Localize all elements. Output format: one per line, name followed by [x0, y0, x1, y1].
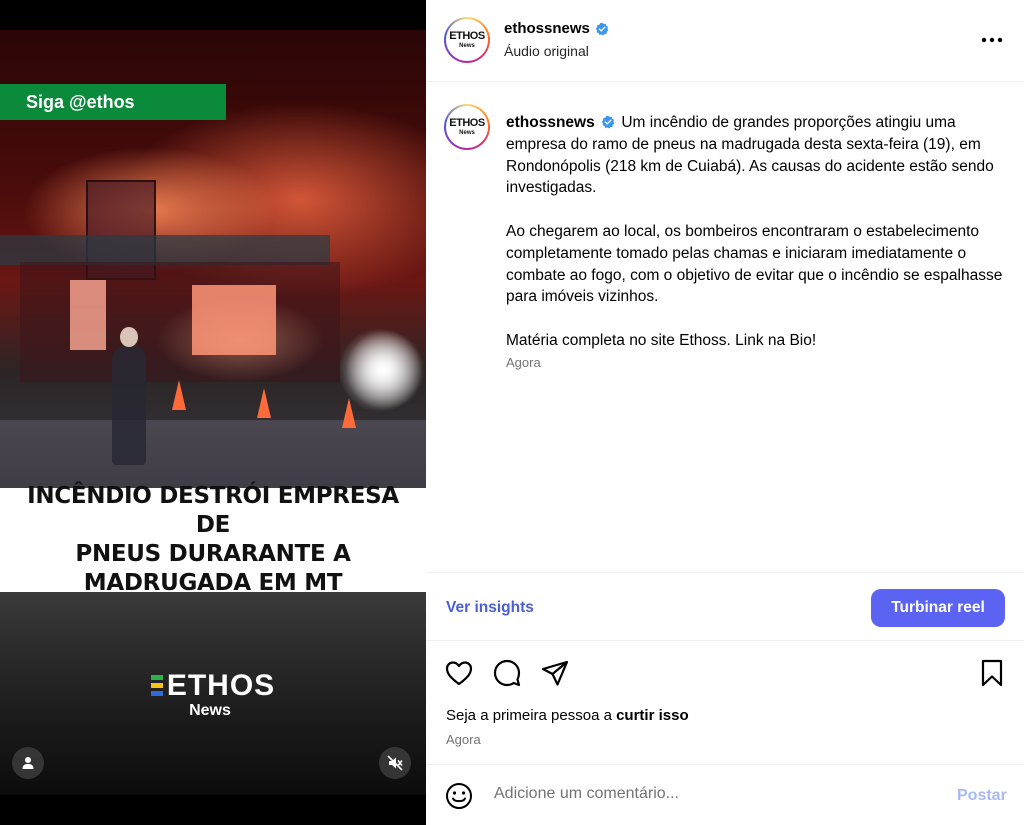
caption-timestamp: Agora [506, 355, 541, 370]
building-roof [0, 235, 330, 265]
post-timestamp: Agora [446, 732, 481, 747]
avatar-text: ETHOS [449, 30, 485, 42]
save-button[interactable] [977, 658, 1007, 688]
caption-author-avatar[interactable]: ETHOS News [444, 104, 490, 150]
bystander [112, 327, 146, 465]
avatar-subtext: News [459, 130, 475, 136]
comment-bubble-icon [493, 659, 521, 687]
more-options-button[interactable] [974, 28, 1010, 52]
burning-window [70, 280, 106, 350]
caption-username[interactable]: ethossnews [506, 114, 595, 131]
action-icons-row [426, 652, 1024, 692]
view-insights-link[interactable]: Ver insights [446, 599, 534, 617]
comment-input[interactable] [494, 785, 894, 803]
emoji-picker-button[interactable] [444, 781, 474, 811]
post-caption: ETHOS News ethossnews Um incêndio de gra… [426, 82, 1024, 572]
post-header: ETHOS News ethossnews Áudio original [426, 0, 1024, 82]
paper-plane-icon [541, 660, 569, 686]
reel-video[interactable]: Siga @ethos INCÊNDIO DESTRÓI EMPRESA DE … [0, 0, 426, 825]
caption-paragraph-3: Matéria completa no site Ethoss. Link na… [506, 331, 817, 349]
tagged-users-button[interactable] [12, 747, 44, 779]
more-options-icon [981, 37, 1003, 43]
caption-paragraph-2: Ao chegarem ao local, os bombeiros encon… [506, 222, 1003, 306]
post-panel: ETHOS News ethossnews Áudio original ETH… [426, 0, 1024, 825]
bookmark-icon [981, 659, 1003, 687]
insights-bar: Ver insights Turbinar reel [426, 572, 1024, 641]
verified-badge-icon [595, 22, 609, 35]
share-button[interactable] [540, 658, 570, 688]
like-button[interactable] [444, 658, 474, 688]
avatar-subtext: News [459, 43, 475, 49]
burning-doorway [192, 285, 276, 355]
likes-prefix: Seja a primeira pessoa a [446, 707, 617, 724]
ethos-news-logo: ETHOS News [0, 670, 426, 720]
building-wall [20, 262, 340, 382]
video-headline: INCÊNDIO DESTRÓI EMPRESA DE PNEUS DURARA… [0, 483, 426, 596]
follow-tag: Siga @ethos [0, 84, 226, 120]
logo-brand-name: ETHOS [166, 669, 276, 702]
likes-summary: Seja a primeira pessoa a curtir isso [446, 707, 689, 724]
light-flare [345, 330, 425, 410]
traffic-cone [257, 388, 271, 418]
author-username-row: ethossnews [504, 20, 609, 37]
author-avatar[interactable]: ETHOS News [444, 17, 490, 63]
comment-bar: Postar [426, 764, 1024, 825]
verified-badge-icon [601, 115, 615, 129]
caption-body: ethossnews Um incêndio de grandes propor… [506, 112, 1006, 374]
avatar-text: ETHOS [449, 117, 485, 129]
logo-brand-sub: News [189, 702, 231, 719]
boost-reel-button[interactable]: Turbinar reel [871, 589, 1005, 627]
post-comment-button[interactable]: Postar [957, 787, 1007, 805]
author-username[interactable]: ethossnews [504, 20, 590, 37]
heart-icon [445, 661, 473, 686]
mute-toggle-button[interactable] [379, 747, 411, 779]
original-audio-link[interactable]: Áudio original [504, 43, 589, 59]
muted-speaker-icon [387, 755, 403, 771]
traffic-cone [172, 380, 186, 410]
comment-button[interactable] [492, 658, 522, 688]
user-tag-icon [22, 757, 34, 769]
like-this-link[interactable]: curtir isso [616, 707, 689, 724]
traffic-cone [342, 398, 356, 428]
smiley-face-icon [446, 783, 472, 809]
logo-bars-icon [150, 675, 163, 697]
